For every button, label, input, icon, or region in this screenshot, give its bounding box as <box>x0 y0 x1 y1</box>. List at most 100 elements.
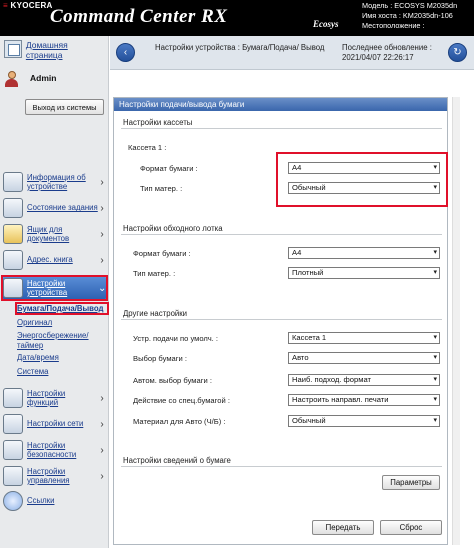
sidebar-item-label: Настройки устройства <box>27 278 68 298</box>
sidebar-item-address-book[interactable]: Адрес. книга › <box>3 249 106 271</box>
paper-selection-label: Выбор бумаги : <box>133 354 187 363</box>
cassette1-label: Кассета 1 : <box>128 143 167 152</box>
paper-selection-select[interactable]: Авто ▾ <box>288 352 440 364</box>
chevron-right-icon: › <box>100 418 104 430</box>
network-settings-icon <box>3 414 23 434</box>
settings-panel: Настройки подачи/вывода бумаги Настройки… <box>113 97 448 545</box>
dropdown-arrow-icon: ▾ <box>433 249 437 256</box>
sidebar-item-security-settings[interactable]: Настройки безопасности › <box>3 438 106 462</box>
vertical-scrollbar[interactable] <box>452 97 460 545</box>
device-model: Модель : ECOSYS M2035dn <box>362 1 458 10</box>
dropdown-arrow-icon: ▾ <box>433 376 437 383</box>
cassette-paper-size-select[interactable]: A4 ▾ <box>288 162 440 174</box>
auto-paper-selection-select[interactable]: Наиб. подход. формат ▾ <box>288 374 440 386</box>
refresh-button[interactable]: ↻ <box>448 43 467 62</box>
sidebar-item-job-status[interactable]: Состояние задания › <box>3 196 106 220</box>
chevron-right-icon: › <box>100 444 104 456</box>
cassette-media-type-label: Тип матер. : <box>140 184 183 193</box>
device-hostname: Имя хоста : KM2035dn-106 <box>362 11 453 20</box>
kyocera-logo: ≡ KYOCERA <box>3 1 53 10</box>
sidebar-item-label: Адрес. книга <box>27 255 73 265</box>
dropdown-arrow-icon: ▾ <box>433 334 437 341</box>
sidebar-item-device-info[interactable]: Информация об устройстве › <box>3 170 106 194</box>
last-update-label: Последнее обновление : <box>342 43 432 52</box>
sidebar-item-links[interactable]: Ссылки <box>3 490 106 512</box>
address-book-icon <box>3 250 23 270</box>
breadcrumb-bar: ‹ Настройки устройства : Бумага/Подача/ … <box>110 36 474 70</box>
submenu-date-time[interactable]: Дата/время <box>17 353 59 362</box>
chevron-right-icon: › <box>100 470 104 482</box>
device-info-icon <box>3 172 23 192</box>
default-feed-select[interactable]: Кассета 1 ▾ <box>288 332 440 344</box>
logout-button[interactable]: Выход из системы <box>25 99 104 115</box>
breadcrumb: Настройки устройства : Бумага/Подача/ Вы… <box>155 43 325 52</box>
sidebar-item-label: Состояние задания <box>27 203 98 213</box>
home-label[interactable]: Домашняя страница <box>26 40 106 64</box>
sidebar-item-management-settings[interactable]: Настройки управления › <box>3 464 106 488</box>
user-icon <box>3 70 20 87</box>
sidebar-item-label: Настройки управления <box>27 466 70 486</box>
home-link[interactable]: Домашняя страница <box>4 40 106 64</box>
cassette-media-type-select[interactable]: Обычный ▾ <box>288 182 440 194</box>
chevron-right-icon: › <box>100 228 104 240</box>
ecosys-logo: Ecosys <box>313 19 339 29</box>
sidebar-item-network-settings[interactable]: Настройки сети › <box>3 413 106 435</box>
bypass-media-type-label: Тип матер. : <box>133 269 176 278</box>
links-icon <box>3 491 23 511</box>
submit-button[interactable]: Передать <box>312 520 374 535</box>
sidebar-item-label: Ссылки <box>27 496 55 506</box>
dropdown-arrow-icon: ▾ <box>433 164 437 171</box>
sidebar-item-function-settings[interactable]: Настройки функций › <box>3 386 106 410</box>
cassette-section-title: Настройки кассеты <box>121 118 195 127</box>
auto-paper-selection-label: Автом. выбор бумаги : <box>133 376 212 385</box>
chevron-right-icon: › <box>100 202 104 214</box>
sidebar-item-label: Настройки функций <box>27 388 66 408</box>
bypass-section <box>121 234 442 290</box>
device-info: Модель : ECOSYS M2035dn Имя хоста : KM20… <box>362 1 474 31</box>
header-bar: ≡ KYOCERA Command Center RX Ecosys Модел… <box>0 0 474 36</box>
sidebar-item-device-settings[interactable]: Настройки устройства ⌄ <box>3 276 106 300</box>
submenu-timer[interactable]: таймер <box>17 341 43 350</box>
submenu-original[interactable]: Оригинал <box>17 318 52 327</box>
last-update: Последнее обновление : 2021/04/07 22:26:… <box>342 43 432 63</box>
user-label: Admin <box>30 73 57 83</box>
submenu-energy-saver[interactable]: Энергосбережение/ <box>17 331 89 340</box>
chevron-right-icon: › <box>100 176 104 188</box>
dropdown-arrow-icon: ▾ <box>433 396 437 403</box>
device-location: Местоположение : <box>362 21 425 30</box>
last-update-time: 2021/04/07 22:26:17 <box>342 53 414 62</box>
other-section-title: Другие настройки <box>121 309 190 318</box>
auto-media-bw-label: Материал для Авто (Ч/Б) : <box>133 417 226 426</box>
sidebar-item-label: Информация об устройстве <box>27 172 86 192</box>
bypass-media-type-select[interactable]: Плотный ▾ <box>288 267 440 279</box>
dropdown-arrow-icon: ▾ <box>433 184 437 191</box>
auto-media-bw-select[interactable]: Обычный ▾ <box>288 415 440 427</box>
params-button[interactable]: Параметры <box>382 475 440 490</box>
product-title: Command Center RX <box>50 6 228 27</box>
sidebar-item-label: Настройки сети <box>27 419 84 429</box>
reset-button[interactable]: Сброс <box>380 520 442 535</box>
job-status-icon <box>3 198 23 218</box>
submenu-paper-feed-output[interactable]: Бумага/Подача/Вывод <box>17 304 103 313</box>
bypass-section-title: Настройки обходного лотка <box>121 224 225 233</box>
device-settings-icon <box>3 278 23 298</box>
function-settings-icon <box>3 388 23 408</box>
home-icon <box>4 40 22 58</box>
dropdown-arrow-icon: ▾ <box>433 269 437 276</box>
dropdown-arrow-icon: ▾ <box>433 417 437 424</box>
back-button[interactable]: ‹ <box>116 43 135 62</box>
chevron-down-icon: ⌄ <box>98 282 107 294</box>
security-settings-icon <box>3 440 23 460</box>
bypass-paper-size-label: Формат бумаги : <box>133 249 191 258</box>
management-settings-icon <box>3 466 23 486</box>
special-paper-action-label: Действие со спец.бумагой : <box>133 396 230 405</box>
default-feed-label: Устр. подачи по умолч. : <box>133 334 218 343</box>
sidebar-item-label: Ящик для документов <box>27 224 70 244</box>
sidebar-item-document-box[interactable]: Ящик для документов › <box>3 222 106 246</box>
cassette-paper-size-label: Формат бумаги : <box>140 164 198 173</box>
submenu-system[interactable]: Система <box>17 367 48 376</box>
bypass-paper-size-select[interactable]: A4 ▾ <box>288 247 440 259</box>
sidebar-item-label: Настройки безопасности <box>27 440 77 460</box>
document-box-icon <box>3 224 23 244</box>
special-paper-action-select[interactable]: Настроить направл. печати ▾ <box>288 394 440 406</box>
